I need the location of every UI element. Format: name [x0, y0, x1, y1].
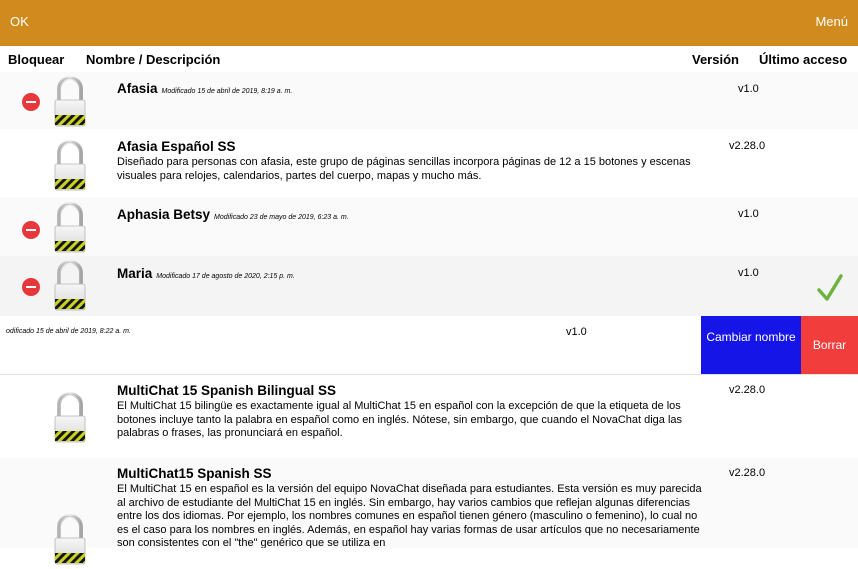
- padlock-icon[interactable]: [52, 391, 88, 447]
- padlock-icon[interactable]: [52, 139, 88, 195]
- col-last-access: Último acceso: [759, 52, 848, 67]
- padlock-icon[interactable]: [52, 259, 88, 315]
- item-description: El MultiChat 15 en español es la versión…: [117, 483, 702, 548]
- list-item[interactable]: MultiChat15 Spanish SS El MultiChat 15 e…: [0, 458, 858, 565]
- modified-date: Modificado 15 de abril de 2019, 8:19 a. …: [161, 88, 293, 95]
- padlock-icon[interactable]: [52, 513, 88, 569]
- item-version: v2.28.0: [729, 140, 766, 152]
- item-version: v1.0: [738, 83, 759, 95]
- rename-label: Cambiar nombre: [706, 330, 796, 344]
- list-item[interactable]: MultiChat 15 Spanish Bilingual SS El Mul…: [0, 375, 858, 459]
- item-name: Afasia Modificado 15 de abril de 2019, 8:…: [117, 81, 293, 96]
- ok-button[interactable]: OK: [10, 14, 29, 29]
- modified-date: Modificado 17 de agosto de 2020, 2:15 p.…: [156, 273, 295, 280]
- checkmark-icon: [817, 274, 843, 301]
- item-description: Diseñado para personas con afasia, este …: [117, 156, 691, 182]
- list-item[interactable]: Aphasia Betsy Modificado 23 de mayo de 20…: [0, 197, 858, 257]
- padlock-icon[interactable]: [52, 201, 88, 257]
- delete-button[interactable]: Borrar: [801, 316, 858, 374]
- column-header: Bloquear Nombre / Descripción Versión Úl…: [0, 46, 858, 73]
- delete-label: Borrar: [812, 338, 847, 352]
- delete-icon[interactable]: [22, 278, 40, 296]
- item-name: Afasia Español SS: [117, 139, 236, 154]
- item-description: El MultiChat 15 bilingüe es exactamente …: [117, 400, 683, 439]
- item-version: v2.28.0: [729, 384, 766, 396]
- item-name: Maria Modificado 17 de agosto de 2020, 2:…: [117, 266, 295, 281]
- modified-date: Modificado 23 de mayo de 2019, 6:23 a. m…: [214, 214, 349, 221]
- item-name: MultiChat 15 Spanish Bilingual SS: [117, 383, 337, 398]
- list-item-swiped[interactable]: odificado 15 de abril de 2019, 8:22 a. m…: [0, 316, 858, 375]
- list-item[interactable]: Maria Modificado 17 de agosto de 2020, 2:…: [0, 256, 858, 317]
- modified-date: odificado 15 de abril de 2019, 8:22 a. m…: [6, 328, 131, 335]
- delete-icon[interactable]: [22, 93, 40, 111]
- padlock-icon[interactable]: [52, 75, 88, 131]
- item-version: v1.0: [566, 326, 587, 338]
- col-version: Versión: [692, 52, 739, 67]
- col-name: Nombre / Descripción: [86, 52, 221, 67]
- col-lock: Bloquear: [8, 52, 65, 67]
- item-version: v2.28.0: [729, 467, 766, 479]
- item-version: v1.0: [738, 208, 759, 220]
- item-version: v1.0: [738, 267, 759, 279]
- item-name: Aphasia Betsy Modificado 23 de mayo de 20…: [117, 207, 349, 222]
- list-item[interactable]: Afasia Español SS Diseñado para personas…: [0, 129, 858, 198]
- top-bar: OK Menú: [0, 0, 858, 46]
- delete-icon[interactable]: [22, 221, 40, 239]
- menu-button[interactable]: Menú: [815, 14, 848, 29]
- list-item[interactable]: Afasia Modificado 15 de abril de 2019, 8:…: [0, 72, 858, 130]
- rename-button[interactable]: Cambiar nombre: [701, 316, 801, 374]
- item-name: MultiChat15 Spanish SS: [117, 466, 272, 481]
